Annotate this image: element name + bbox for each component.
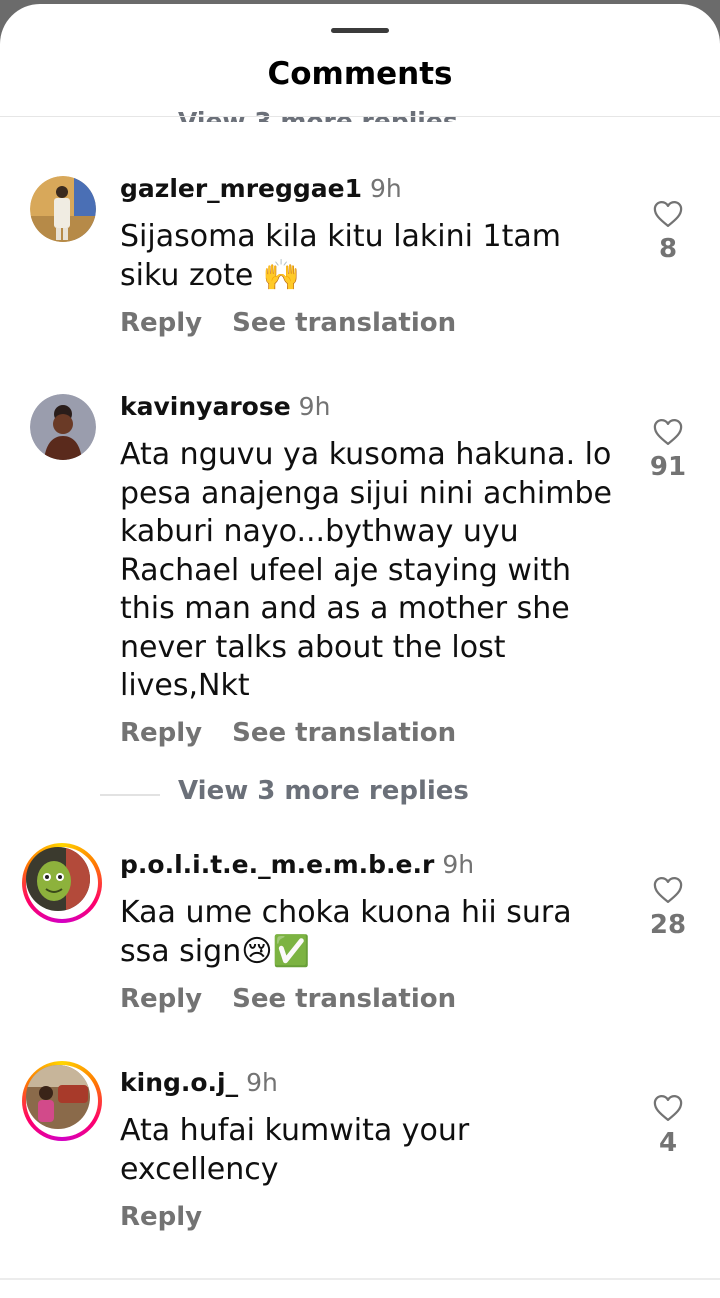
comments-sheet: Comments View 3 more replies gazler_mreg… (0, 4, 720, 1298)
avatar-image (30, 176, 96, 242)
replies-divider-line (100, 794, 160, 796)
comment-text: Kaa ume choka kuona hii sura ssa sign😢✅ (120, 895, 572, 969)
bottom-divider (0, 1278, 720, 1280)
username[interactable]: king.o.j_ (120, 1068, 238, 1097)
like-control[interactable]: 8 (640, 200, 696, 264)
avatar[interactable] (30, 176, 96, 242)
like-count: 4 (658, 1128, 678, 1158)
reply-button[interactable]: Reply (120, 308, 202, 338)
comment-text: Ata nguvu ya kusoma hakuna. lo pesa anaj… (120, 437, 612, 703)
see-translation-button[interactable]: See translation (232, 984, 456, 1014)
like-count: 28 (649, 910, 687, 940)
like-control[interactable]: 4 (640, 1094, 696, 1158)
comment-actions: Reply See translation (120, 308, 456, 338)
comment-actions: Reply (120, 1202, 202, 1232)
timestamp: 9h (442, 850, 475, 879)
see-translation-button[interactable]: See translation (232, 718, 456, 748)
reply-button[interactable]: Reply (120, 1202, 202, 1232)
heart-outline-icon[interactable] (653, 200, 683, 228)
username[interactable]: p.o.l.i.t.e._m.e.m.b.e.r (120, 850, 434, 879)
comment-text: Sijasoma kila kitu lakini 1tam siku zote… (120, 219, 561, 293)
comment-meta: kavinyarose 9h (120, 392, 330, 421)
timestamp: 9h (370, 174, 402, 203)
view-more-replies-cutoff[interactable]: View 3 more replies (178, 100, 458, 122)
header-divider (0, 116, 720, 117)
heart-outline-icon[interactable] (653, 418, 683, 446)
heart-outline-icon[interactable] (653, 876, 683, 904)
timestamp: 9h (298, 392, 331, 421)
view-more-replies-label[interactable]: View 3 more replies (178, 776, 469, 806)
reply-button[interactable]: Reply (120, 984, 202, 1014)
comment-meta: gazler_mreggae1 9h (120, 174, 402, 203)
username[interactable]: gazler_mreggae1 (120, 174, 362, 203)
like-control[interactable]: 91 (640, 418, 696, 482)
comment-actions: Reply See translation (120, 718, 456, 748)
avatar-story-ring[interactable] (22, 843, 102, 923)
avatar[interactable] (30, 394, 96, 460)
comment-text: Ata hufai kumwita your excellency (120, 1113, 470, 1187)
avatar-image (26, 1065, 90, 1129)
heart-outline-icon[interactable] (653, 1094, 683, 1122)
page-title: Comments (267, 56, 453, 92)
like-control[interactable]: 28 (640, 876, 696, 940)
avatar-story-ring[interactable] (22, 1061, 102, 1141)
comment-meta: p.o.l.i.t.e._m.e.m.b.e.r 9h (120, 850, 474, 879)
see-translation-button[interactable]: See translation (232, 308, 456, 338)
like-count: 91 (649, 452, 687, 482)
timestamp: 9h (246, 1068, 278, 1097)
comment-meta: king.o.j_ 9h (120, 1068, 278, 1097)
avatar-image (26, 847, 90, 911)
username[interactable]: kavinyarose (120, 392, 291, 421)
drag-handle[interactable] (331, 28, 389, 33)
comment-actions: Reply See translation (120, 984, 456, 1014)
reply-button[interactable]: Reply (120, 718, 202, 748)
avatar-image (30, 394, 96, 460)
like-count: 8 (658, 234, 678, 264)
